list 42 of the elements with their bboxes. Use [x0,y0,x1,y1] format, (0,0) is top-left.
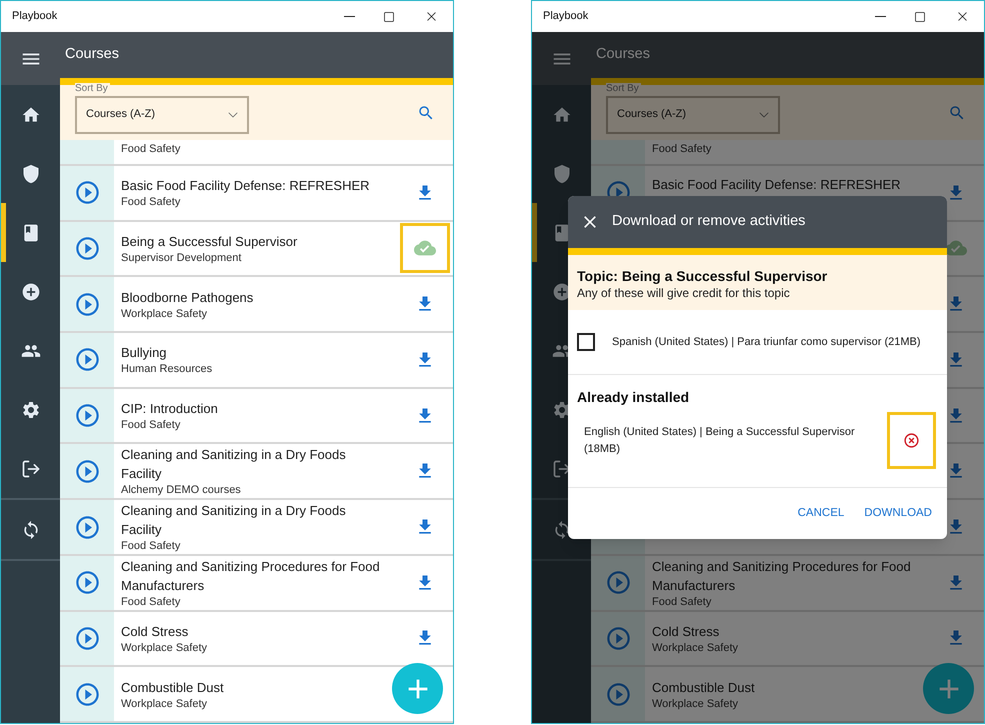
installed-item: English (United States) | Being a Successful Supervisor (18MB) [583,424,856,456]
course-category: Workplace Safety [121,640,208,655]
course-title: Combustible Dust [652,678,756,697]
topic-title: Topic: Being a Successful Supervisor [577,267,828,285]
page-title: Courses [65,45,119,64]
course-title: Basic Food Facility Defense: REFRESHER [121,177,371,196]
course-category: Food Safety [121,539,182,554]
sort-label: Sort By [75,82,110,94]
page-title: Courses [596,45,650,64]
window-title: Playbook [543,9,590,24]
sort-label: Sort By [606,82,641,94]
course-category: Food Safety [121,418,182,432]
course-category: Workplace Safety [121,306,208,321]
course-category: Food Safety [121,142,182,156]
course-title: Cold Stress [121,622,190,641]
window-title: Playbook [12,9,58,24]
course-title: Being a Successful Supervisor [121,232,298,251]
course-category: Food Safety [121,195,182,210]
course-category: Workplace Safety [652,640,740,655]
option-label: Spanish (United States) | Para triunfar como supervisor (21MB) [612,334,921,350]
course-title: Cleaning and Sanitizing in a Dry Foods Facility [121,502,347,540]
course-title: Bullying [121,344,168,362]
course-category: Human Resources [121,362,214,376]
course-category: Food Safety [121,594,182,609]
course-category: Alchemy DEMO courses [121,483,242,498]
course-title: Bloodborne Pathogens [121,288,254,307]
course-title: Combustible Dust [121,678,225,697]
course-title: Cold Stress [652,622,720,641]
course-category: Workplace Safety [121,696,208,711]
section-heading: Already installed [577,388,690,407]
sort-value: Courses (A-Z) [86,107,156,122]
sort-value: Courses (A-Z) [617,107,688,122]
course-category: Supervisor Development [121,250,242,265]
course-title: CIP: Introduction [121,400,219,418]
topic-subtitle: Any of these will give credit for this topic [577,285,791,301]
course-title: Cleaning and Sanitizing in a Dry Foods Facility [121,446,347,484]
course-category: Workplace Safety [652,696,740,711]
course-title: Cleaning and Sanitizing Procedures for Food Manufacturers [652,558,912,595]
course-title: Basic Food Facility Defense: REFRESHER [652,176,902,194]
course-category: Food Safety [652,142,712,156]
course-title: Cleaning and Sanitizing Procedures for Food Manufacturers [121,558,381,595]
course-category: Food Safety [652,594,712,609]
